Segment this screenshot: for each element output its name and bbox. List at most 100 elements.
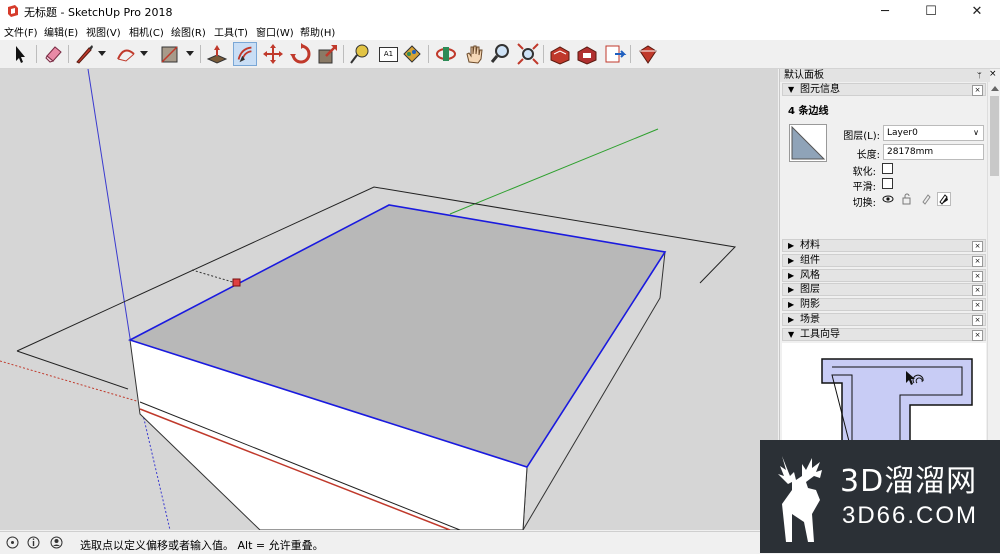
scale-tool-icon[interactable]: [316, 42, 340, 66]
menu-file[interactable]: 文件(F): [4, 24, 38, 39]
offset-tool-icon[interactable]: [233, 42, 257, 66]
toggle-label: 切换:: [852, 198, 876, 209]
panel-label: 风格: [800, 270, 820, 281]
rotate-tool-icon[interactable]: [289, 42, 313, 66]
geo-location-icon[interactable]: [6, 536, 19, 549]
watermark-domain: 3D66.COM: [842, 502, 979, 529]
panel-close-icon[interactable]: ×: [972, 300, 983, 311]
red-axis-negative: [0, 360, 141, 403]
menu-edit[interactable]: 编辑(E): [44, 24, 78, 39]
extension-warehouse-icon[interactable]: [575, 42, 599, 66]
paint-bucket-tool-icon[interactable]: [400, 42, 424, 66]
tray-close-icon[interactable]: ×: [989, 69, 998, 79]
receive-shadows-icon[interactable]: [937, 192, 951, 206]
smooth-checkbox[interactable]: [882, 178, 893, 189]
close-button[interactable]: ✕: [954, 0, 1000, 22]
minimize-button[interactable]: ─: [862, 0, 908, 22]
collapse-arrow-icon: ▶: [788, 241, 795, 250]
collapse-arrow-icon: ▶: [788, 285, 795, 294]
move-tool-icon[interactable]: [261, 42, 285, 66]
text-tool-icon[interactable]: A1: [376, 42, 400, 66]
rectangle-tool-icon[interactable]: [158, 42, 182, 66]
credits-info-icon[interactable]: [27, 536, 40, 549]
inference-point: [232, 278, 241, 287]
push-pull-tool-icon[interactable]: [205, 42, 229, 66]
main-toolbar: A1: [0, 40, 1000, 69]
smooth-label: 平滑:: [852, 182, 876, 193]
modeling-viewport[interactable]: [0, 69, 778, 530]
eraser-tool-icon[interactable]: [42, 42, 66, 66]
layout-icon[interactable]: [603, 42, 627, 66]
panel-close-icon[interactable]: ×: [972, 85, 983, 96]
pin-icon[interactable]: ᛘ: [977, 71, 982, 80]
panel-header-layers[interactable]: ▶ 图层 ×: [782, 283, 986, 296]
panel-label: 阴影: [800, 299, 820, 310]
sketchup-logo-icon: [8, 5, 18, 17]
soften-label: 软化:: [852, 167, 876, 178]
menu-view[interactable]: 视图(V): [86, 24, 121, 39]
collapse-arrow-icon: ▶: [788, 271, 795, 280]
menu-draw[interactable]: 绘图(R): [171, 24, 206, 39]
collapse-arrow-icon: ▶: [788, 256, 795, 265]
green-axis: [449, 128, 659, 215]
menu-window[interactable]: 窗口(W): [256, 24, 294, 39]
tape-measure-tool-icon[interactable]: [348, 42, 372, 66]
pan-tool-icon[interactable]: [462, 42, 486, 66]
scroll-up-icon[interactable]: [991, 86, 999, 91]
panel-label: 场景: [800, 314, 820, 325]
arc-tool-icon[interactable]: [114, 42, 138, 66]
panel-header-scenes[interactable]: ▶ 场景 ×: [782, 313, 986, 326]
menu-help[interactable]: 帮助(H): [300, 24, 335, 39]
watermark-brand: 3D溜溜网: [840, 464, 978, 499]
panel-label: 组件: [800, 255, 820, 266]
panel-close-icon[interactable]: ×: [972, 256, 983, 267]
deer-logo-icon: [778, 456, 822, 542]
select-tool-icon[interactable]: [8, 42, 32, 66]
panel-header-instructor[interactable]: ▼ 工具向导 ×: [782, 328, 986, 341]
panel-header-components[interactable]: ▶ 组件 ×: [782, 254, 986, 267]
3d-warehouse-icon[interactable]: [548, 42, 572, 66]
panel-close-icon[interactable]: ×: [972, 315, 983, 326]
panel-header-entity-info[interactable]: ▼ 图元信息 ×: [782, 83, 986, 96]
maximize-button[interactable]: ☐: [908, 0, 954, 22]
watermark-overlay: 3D溜溜网 3D66.COM: [760, 440, 1000, 553]
layer-value: Layer0: [887, 128, 918, 138]
panel-label: 图元信息: [800, 84, 840, 95]
expand-arrow-icon: ▼: [788, 85, 795, 94]
panel-header-shadows[interactable]: ▶ 阴影 ×: [782, 298, 986, 311]
extension-manager-icon[interactable]: [636, 42, 660, 66]
collapse-arrow-icon: ▶: [788, 300, 795, 309]
panel-close-icon[interactable]: ×: [972, 285, 983, 296]
menu-camera[interactable]: 相机(C): [129, 24, 164, 39]
panel-close-icon[interactable]: ×: [972, 271, 983, 282]
panel-close-icon[interactable]: ×: [972, 241, 983, 252]
chevron-down-icon: ∨: [973, 128, 979, 137]
title-bar: 无标题 - SketchUp Pro 2018 ─ ☐ ✕: [0, 0, 1000, 22]
layer-select[interactable]: Layer0 ∨: [883, 125, 984, 141]
cast-shadows-icon[interactable]: [920, 193, 932, 205]
panel-close-icon[interactable]: ×: [972, 330, 983, 341]
scene-canvas[interactable]: [0, 69, 778, 530]
soften-checkbox[interactable]: [882, 163, 893, 174]
orbit-tool-icon[interactable]: [434, 42, 458, 66]
scroll-thumb[interactable]: [990, 96, 999, 176]
panel-header-styles[interactable]: ▶ 风格 ×: [782, 269, 986, 282]
length-field[interactable]: 28178mm: [883, 144, 984, 160]
user-account-icon[interactable]: [50, 536, 63, 549]
eye-icon[interactable]: [882, 193, 894, 205]
menu-tools[interactable]: 工具(T): [214, 24, 248, 39]
panel-label: 材料: [800, 240, 820, 251]
panel-header-materials[interactable]: ▶ 材料 ×: [782, 239, 986, 252]
tray-title-text: 默认面板: [784, 70, 824, 81]
tray-title: 默认面板: [780, 69, 990, 82]
window-title: 无标题 - SketchUp Pro 2018: [24, 6, 173, 19]
lock-icon[interactable]: [901, 193, 913, 205]
zoom-tool-icon[interactable]: [489, 42, 513, 66]
entity-preview-icon: [789, 124, 827, 162]
line-tool-icon[interactable]: [72, 42, 96, 66]
menu-bar: 文件(F) 编辑(E) 视图(V) 相机(C) 绘图(R) 工具(T) 窗口(W…: [0, 22, 1000, 40]
panel-label: 工具向导: [800, 329, 840, 340]
zoom-extents-tool-icon[interactable]: [516, 42, 540, 66]
length-label: 长度:: [856, 150, 880, 161]
selection-summary: 4 条边线: [788, 106, 829, 117]
